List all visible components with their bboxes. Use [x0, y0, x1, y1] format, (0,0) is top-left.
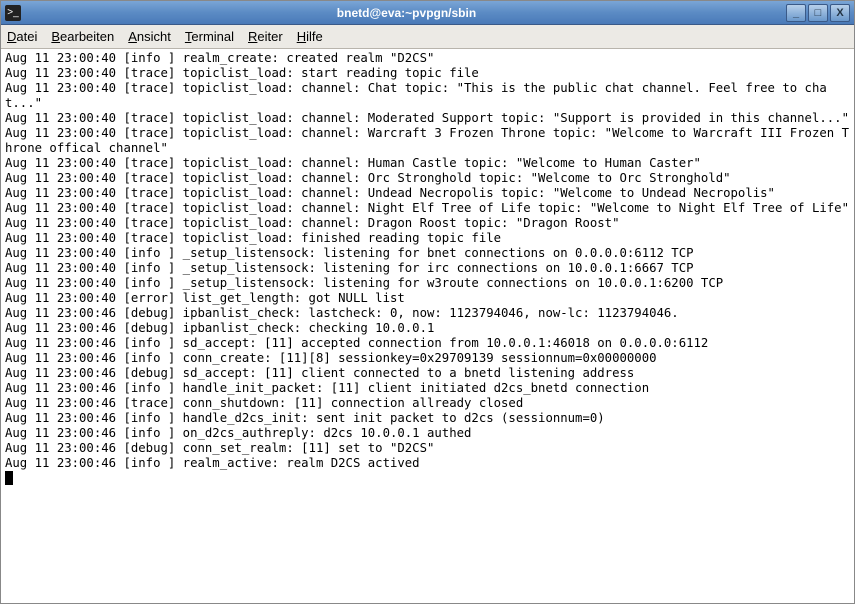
- log-line: Aug 11 23:00:40 [trace] topiclist_load: …: [5, 156, 850, 171]
- title-bar: >_ bnetd@eva:~pvpgn/sbin _ □ X: [1, 1, 854, 25]
- app-icon: >_: [5, 5, 21, 21]
- log-line: Aug 11 23:00:40 [trace] topiclist_load: …: [5, 231, 850, 246]
- log-line: Aug 11 23:00:46 [info ] realm_active: re…: [5, 456, 850, 471]
- maximize-button[interactable]: □: [808, 4, 828, 22]
- log-line: Aug 11 23:00:46 [trace] conn_shutdown: […: [5, 396, 850, 411]
- close-button[interactable]: X: [830, 4, 850, 22]
- menu-hilfe[interactable]: Hilfe: [297, 29, 323, 44]
- cursor: [5, 471, 13, 485]
- log-line: Aug 11 23:00:40 [trace] topiclist_load: …: [5, 111, 850, 126]
- log-line: Aug 11 23:00:46 [info ] handle_init_pack…: [5, 381, 850, 396]
- log-line: Aug 11 23:00:40 [info ] _setup_listensoc…: [5, 246, 850, 261]
- menu-datei[interactable]: Datei: [7, 29, 37, 44]
- log-line: Aug 11 23:00:46 [info ] conn_create: [11…: [5, 351, 850, 366]
- terminal-output[interactable]: Aug 11 23:00:40 [info ] realm_create: cr…: [1, 49, 854, 603]
- log-line: Aug 11 23:00:40 [trace] topiclist_load: …: [5, 216, 850, 231]
- log-line: Aug 11 23:00:40 [info ] _setup_listensoc…: [5, 276, 850, 291]
- window-title: bnetd@eva:~pvpgn/sbin: [27, 6, 786, 20]
- log-line: Aug 11 23:00:46 [info ] on_d2cs_authrepl…: [5, 426, 850, 441]
- menu-bearbeiten[interactable]: Bearbeiten: [51, 29, 114, 44]
- log-line: Aug 11 23:00:46 [debug] conn_set_realm: …: [5, 441, 850, 456]
- menu-terminal[interactable]: Terminal: [185, 29, 234, 44]
- menu-ansicht[interactable]: Ansicht: [128, 29, 171, 44]
- log-line: Aug 11 23:00:46 [info ] sd_accept: [11] …: [5, 336, 850, 351]
- menu-reiter[interactable]: Reiter: [248, 29, 283, 44]
- minimize-button[interactable]: _: [786, 4, 806, 22]
- log-line: Aug 11 23:00:40 [info ] _setup_listensoc…: [5, 261, 850, 276]
- log-line: Aug 11 23:00:40 [trace] topiclist_load: …: [5, 81, 850, 111]
- log-line: Aug 11 23:00:46 [debug] ipbanlist_check:…: [5, 306, 850, 321]
- window-controls: _ □ X: [786, 4, 850, 22]
- log-line: Aug 11 23:00:40 [error] list_get_length:…: [5, 291, 850, 306]
- log-line: Aug 11 23:00:40 [trace] topiclist_load: …: [5, 186, 850, 201]
- log-line: Aug 11 23:00:40 [trace] topiclist_load: …: [5, 66, 850, 81]
- log-line: Aug 11 23:00:40 [trace] topiclist_load: …: [5, 171, 850, 186]
- log-line: Aug 11 23:00:46 [debug] ipbanlist_check:…: [5, 321, 850, 336]
- menu-bar: Datei Bearbeiten Ansicht Terminal Reiter…: [1, 25, 854, 49]
- log-line: Aug 11 23:00:40 [trace] topiclist_load: …: [5, 201, 850, 216]
- log-line: Aug 11 23:00:40 [info ] realm_create: cr…: [5, 51, 850, 66]
- log-line: Aug 11 23:00:40 [trace] topiclist_load: …: [5, 126, 850, 156]
- log-line: Aug 11 23:00:46 [debug] sd_accept: [11] …: [5, 366, 850, 381]
- log-line: Aug 11 23:00:46 [info ] handle_d2cs_init…: [5, 411, 850, 426]
